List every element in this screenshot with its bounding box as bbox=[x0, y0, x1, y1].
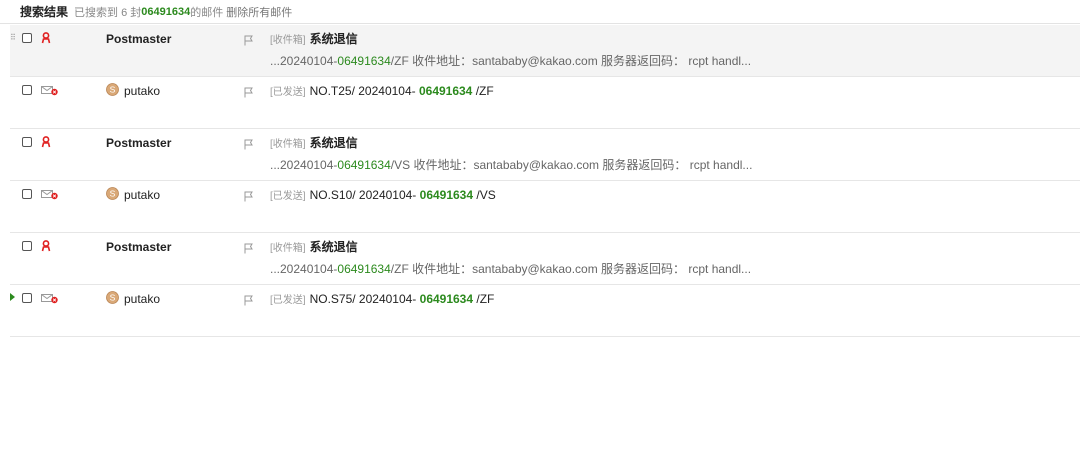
search-result-title: 搜索结果 bbox=[20, 5, 69, 19]
sender-name: S putako bbox=[106, 187, 160, 203]
folder-tag: [收件箱] bbox=[270, 139, 306, 150]
email-subject-line[interactable]: [收件箱] 系统退信 bbox=[270, 31, 358, 47]
bounce-icon bbox=[41, 31, 51, 49]
avatar-icon: S bbox=[106, 83, 119, 99]
subject-keyword: 06491634 bbox=[419, 292, 474, 306]
avatar-icon: S bbox=[106, 187, 119, 203]
sent-mail-icon bbox=[41, 187, 59, 205]
email-row[interactable]: Postmaster [收件箱] 系统退信 ...20240104-0649163… bbox=[10, 233, 1080, 285]
flag-icon[interactable] bbox=[244, 293, 254, 311]
email-subject: 系统退信 bbox=[309, 240, 358, 254]
flag-icon[interactable] bbox=[244, 189, 254, 207]
folder-tag: [已发送] bbox=[270, 295, 306, 306]
sender-name: S putako bbox=[106, 291, 160, 307]
email-snippet: ...20240104-06491634/ZF 收件地址：santababy@k… bbox=[270, 54, 752, 68]
email-subject-line[interactable]: [已发送] NO.S75/ 20240104- 06491634 /ZF bbox=[270, 291, 494, 307]
avatar-icon: S bbox=[106, 291, 119, 307]
folder-tag: [已发送] bbox=[270, 191, 306, 202]
bounce-icon bbox=[41, 135, 51, 153]
sender-name: S putako bbox=[106, 83, 160, 99]
email-subject-line[interactable]: [已发送] NO.T25/ 20240104- 06491634 /ZF bbox=[270, 83, 494, 99]
flag-icon[interactable] bbox=[244, 33, 254, 51]
sender-name: Postmaster bbox=[106, 32, 172, 46]
email-row[interactable]: ⠿ Postmaster [收件箱] 系统退信 ...20240104-06491… bbox=[10, 25, 1080, 77]
snippet-keyword: 06491634 bbox=[337, 262, 391, 276]
row-checkbox[interactable] bbox=[22, 85, 32, 95]
sender-name: Postmaster bbox=[106, 136, 172, 150]
sender-name: Postmaster bbox=[106, 240, 172, 254]
sender-name-text: putako bbox=[124, 292, 161, 306]
email-subject-line[interactable]: [收件箱] 系统退信 bbox=[270, 135, 358, 151]
row-checkbox[interactable] bbox=[22, 293, 32, 303]
snippet-keyword: 06491634 bbox=[337, 54, 391, 68]
email-row[interactable]: Postmaster [收件箱] 系统退信 ...20240104-0649163… bbox=[10, 129, 1080, 181]
search-keyword: 06491634 bbox=[141, 5, 191, 18]
row-checkbox[interactable] bbox=[22, 33, 32, 43]
delete-all-link[interactable]: 删除所有邮件 bbox=[226, 4, 292, 20]
flag-icon[interactable] bbox=[244, 241, 254, 259]
flag-icon[interactable] bbox=[244, 85, 254, 103]
email-list: ⠿ Postmaster [收件箱] 系统退信 ...20240104-06491… bbox=[10, 25, 1080, 337]
subject-keyword: 06491634 bbox=[418, 84, 473, 98]
email-row[interactable]: S putako [已发送] NO.S75/ 20240104- 06491634… bbox=[10, 285, 1080, 337]
row-checkbox[interactable] bbox=[22, 137, 32, 147]
subject-keyword: 06491634 bbox=[419, 188, 474, 202]
email-row[interactable]: S putako [已发送] NO.T25/ 20240104- 06491634… bbox=[10, 77, 1080, 129]
folder-tag: [已发送] bbox=[270, 87, 306, 98]
email-snippet: ...20240104-06491634/VS 收件地址：santababy@k… bbox=[270, 158, 753, 172]
email-row[interactable]: S putako [已发送] NO.S10/ 20240104- 06491634… bbox=[10, 181, 1080, 233]
email-subject-line[interactable]: [收件箱] 系统退信 bbox=[270, 239, 358, 255]
sender-name-text: putako bbox=[124, 84, 161, 98]
current-row-arrow-icon bbox=[10, 293, 15, 301]
email-subject: 系统退信 bbox=[309, 136, 358, 150]
svg-text:S: S bbox=[110, 293, 116, 303]
svg-text:S: S bbox=[110, 85, 116, 95]
email-snippet: ...20240104-06491634/ZF 收件地址：santababy@k… bbox=[270, 262, 752, 276]
sent-mail-icon bbox=[41, 291, 59, 309]
row-checkbox[interactable] bbox=[22, 189, 32, 199]
flag-icon[interactable] bbox=[244, 137, 254, 155]
found-count-text: 已搜索到 6 封 bbox=[74, 6, 142, 19]
sent-mail-icon bbox=[41, 83, 59, 101]
svg-text:S: S bbox=[110, 189, 116, 199]
snippet-keyword: 06491634 bbox=[337, 158, 391, 172]
row-checkbox[interactable] bbox=[22, 241, 32, 251]
folder-tag: [收件箱] bbox=[270, 243, 306, 254]
folder-tag: [收件箱] bbox=[270, 35, 306, 46]
search-result-header: 搜索结果 已搜索到 6 封 06491634 的邮件 删除所有邮件 bbox=[0, 0, 1080, 24]
sender-name-text: putako bbox=[124, 188, 161, 202]
email-subject-line[interactable]: [已发送] NO.S10/ 20240104- 06491634 /VS bbox=[270, 187, 496, 203]
bounce-icon bbox=[41, 239, 51, 257]
found-suffix-text: 的邮件 bbox=[190, 6, 224, 19]
email-subject: 系统退信 bbox=[309, 32, 358, 46]
drag-handle-icon[interactable]: ⠿ bbox=[10, 34, 16, 42]
